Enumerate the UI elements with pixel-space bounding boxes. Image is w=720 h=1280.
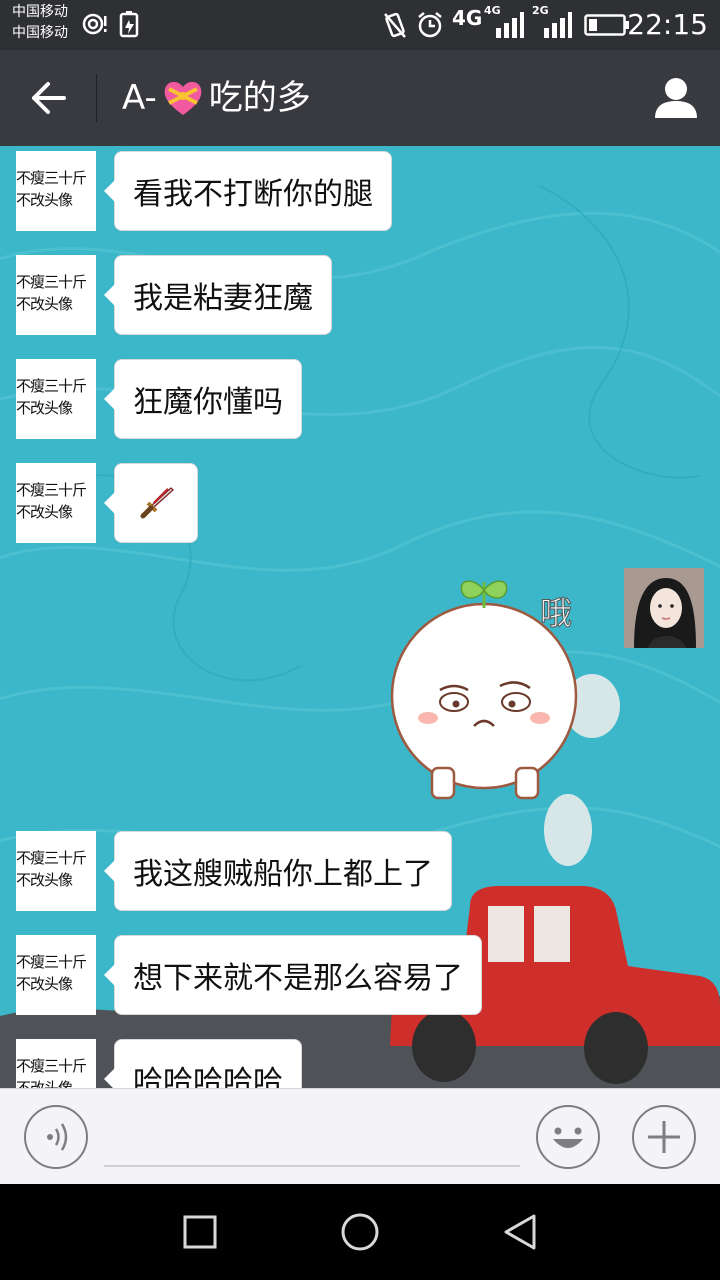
back-icon[interactable] (498, 1210, 542, 1254)
network-type-1: 4G (452, 6, 483, 30)
arrow-left-icon[interactable] (22, 74, 74, 122)
message-bubble[interactable]: 狂魔你懂吗 (104, 359, 302, 439)
message-input[interactable] (104, 1109, 520, 1167)
clock: 22:15 (627, 8, 708, 41)
contact-avatar[interactable]: 不瘦三十斤 不改头像 (16, 1039, 96, 1088)
sticker-illustration (390, 580, 578, 800)
contact-avatar[interactable]: 不瘦三十斤 不改头像 (16, 151, 96, 231)
sticker-caption: 哦 (539, 594, 573, 633)
message-row: 不瘦三十斤 不改头像 我这艘贼船你上都上了 (16, 831, 452, 911)
gift-heart-icon (164, 81, 202, 115)
hotspot-icon (82, 13, 107, 35)
contact-avatar[interactable]: 不瘦三十斤 不改头像 (16, 831, 96, 911)
chat-title: A- 吃的多 (122, 76, 311, 120)
message-bubble[interactable]: 我这艘贼船你上都上了 (104, 831, 452, 911)
message-row: 不瘦三十斤 不改头像 我是粘妻狂魔 (16, 255, 332, 335)
message-bubble[interactable]: 我是粘妻狂魔 (104, 255, 332, 335)
message-row: 不瘦三十斤 不改头像 狂魔你懂吗 (16, 359, 302, 439)
my-avatar[interactable] (624, 568, 704, 648)
message-bubble[interactable] (104, 463, 198, 543)
battery-icon (584, 14, 629, 36)
chat-area[interactable]: 不瘦三十斤 不改头像 看我不打断你的腿 不瘦三十斤 不改头像 我是粘妻狂魔 不瘦… (0, 146, 720, 1088)
header-divider (96, 74, 97, 122)
recents-icon[interactable] (178, 1210, 222, 1254)
battery-saver-icon (119, 11, 139, 38)
carrier-labels: 中国移动 中国移动 (12, 2, 68, 44)
carrier-1: 中国移动 (12, 4, 68, 20)
title-prefix: A- (122, 78, 157, 118)
alarm-icon (418, 12, 442, 38)
contact-avatar[interactable]: 不瘦三十斤 不改头像 (16, 359, 96, 439)
signal-icon-1 (496, 12, 524, 38)
signal-icon-2 (544, 12, 572, 38)
message-row: 不瘦三十斤 不改头像 想下来就不是那么容易了 (16, 935, 482, 1015)
contact-avatar[interactable]: 不瘦三十斤 不改头像 (16, 255, 96, 335)
title-suffix: 吃的多 (208, 78, 311, 118)
message-row: 不瘦三十斤 不改头像 看我不打断你的腿 (16, 151, 392, 231)
contact-avatar[interactable]: 不瘦三十斤 不改头像 (16, 935, 96, 1015)
input-bar (0, 1088, 720, 1184)
user-photo (624, 568, 704, 648)
chat-header: A- 吃的多 (0, 50, 720, 146)
message-row: 不瘦三十斤 不改头像 哈哈哈哈哈 (16, 1039, 302, 1088)
message-bubble[interactable]: 看我不打断你的腿 (104, 151, 392, 231)
smiley-icon (553, 1127, 583, 1148)
message-bubble[interactable]: 哈哈哈哈哈 (104, 1039, 302, 1088)
person-icon[interactable] (652, 74, 700, 122)
plus-icon (648, 1121, 680, 1153)
message-bubble[interactable]: 想下来就不是那么容易了 (104, 935, 482, 1015)
contact-avatar[interactable]: 不瘦三十斤 不改头像 (16, 463, 96, 543)
system-nav-bar (0, 1184, 720, 1280)
voice-icon (47, 1123, 68, 1151)
sticker-message[interactable]: 哦 (388, 578, 628, 810)
message-row: 不瘦三十斤 不改头像 (16, 463, 198, 543)
emoji-button[interactable] (536, 1105, 600, 1169)
more-button[interactable] (632, 1105, 696, 1169)
dagger-emoji-icon (140, 487, 174, 519)
voice-button[interactable] (24, 1105, 88, 1169)
carrier-2: 中国移动 (12, 25, 68, 41)
home-icon[interactable] (338, 1210, 382, 1254)
vibrate-icon (384, 12, 406, 38)
status-bar: 中国移动 中国移动 4G 4G 2G 22:15 (0, 0, 720, 50)
